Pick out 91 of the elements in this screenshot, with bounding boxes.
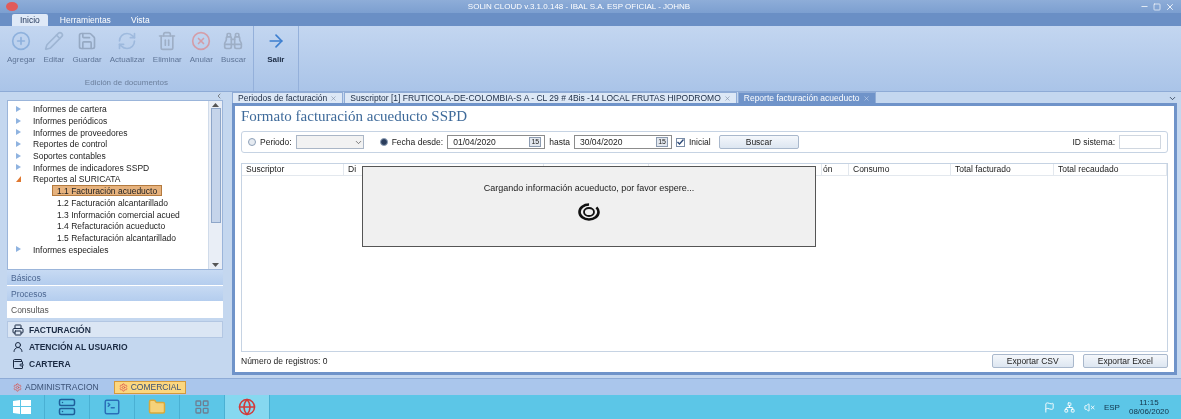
checkbox-label: Inicial xyxy=(689,137,711,147)
gear-icon xyxy=(13,382,22,392)
tree-item[interactable]: Informes de cartera xyxy=(28,103,112,115)
close-icon xyxy=(191,31,212,51)
column-header[interactable]: Di xyxy=(348,164,357,174)
globe-icon xyxy=(238,398,256,416)
collapsed-arrow-icon[interactable] xyxy=(16,164,21,171)
field-label: Fecha desde: xyxy=(391,137,444,147)
tree-item[interactable]: 1.4 Refacturación acueducto xyxy=(52,220,171,232)
collapsed-arrow-icon[interactable] xyxy=(16,129,21,136)
module-item[interactable]: ATENCIÓN AL USUARIO xyxy=(7,338,223,355)
scrollbar[interactable] xyxy=(208,101,222,269)
tree-item[interactable]: 1.3 Información comercial acued xyxy=(52,208,185,220)
collapsed-arrow-icon[interactable] xyxy=(16,117,21,124)
export-button[interactable]: Exportar Excel xyxy=(1082,354,1168,368)
folder-icon xyxy=(148,398,166,416)
spinner-icon xyxy=(578,203,600,221)
printer-icon xyxy=(12,323,24,336)
tree-item[interactable]: Informes periódicos xyxy=(28,115,113,127)
clock-date[interactable]: 08/06/2020 xyxy=(1128,407,1169,416)
muted-speaker-icon[interactable] xyxy=(1083,401,1095,413)
ribbon-tab[interactable]: Inicio xyxy=(12,14,48,26)
tree-item[interactable]: Informes de proveedores xyxy=(28,126,133,138)
system-id-field[interactable] xyxy=(1119,135,1161,149)
search-button[interactable]: Buscar xyxy=(718,135,800,149)
group-label: Edición de documentos xyxy=(83,77,169,89)
module-item[interactable]: FACTURACIÓN xyxy=(7,321,223,338)
category-item[interactable]: Básicos xyxy=(7,270,223,286)
expanded-arrow-icon[interactable] xyxy=(16,175,21,182)
collapsed-arrow-icon[interactable] xyxy=(16,246,21,253)
pencil-icon xyxy=(43,31,64,51)
module-tab[interactable]: ADMINISTRACION xyxy=(8,380,104,394)
taskbar-button[interactable] xyxy=(225,395,270,419)
radio-button[interactable] xyxy=(379,138,388,146)
tree-item[interactable]: Soportes contables xyxy=(28,150,111,162)
loading-message: Cargando información acueducto, por favor espere... xyxy=(483,183,695,193)
collapse-icon[interactable] xyxy=(215,92,223,100)
save-icon xyxy=(77,31,98,51)
trash-icon xyxy=(157,31,178,51)
radio-button[interactable] xyxy=(248,138,256,146)
windows-icon xyxy=(13,400,31,414)
close-icon[interactable] xyxy=(723,94,731,102)
export-button[interactable]: Exportar CSV xyxy=(991,354,1074,368)
close-icon[interactable] xyxy=(1165,1,1175,12)
column-header[interactable]: Consumo xyxy=(853,164,890,174)
field-label: ID sistema: xyxy=(1072,137,1115,147)
tree-item[interactable]: 1.1 Facturación acueducto xyxy=(52,185,163,197)
category-item[interactable]: Procesos xyxy=(7,286,223,302)
language-indicator[interactable]: ESP xyxy=(1103,402,1120,412)
column-header[interactable]: Total facturado xyxy=(955,164,1011,174)
maximize-icon[interactable] xyxy=(1153,2,1161,11)
tree-item[interactable]: 1.5 Refacturación alcantarillado xyxy=(52,231,182,243)
clock-time[interactable]: 11:15 xyxy=(1139,398,1159,407)
terminal-icon xyxy=(103,398,121,416)
module-tab[interactable]: COMERCIAL xyxy=(113,380,187,394)
add-icon xyxy=(11,31,32,51)
report-title: Formato facturación acueducto SSPD xyxy=(241,108,469,126)
column-header[interactable]: Suscriptor xyxy=(246,164,285,174)
tree-item[interactable]: Informes de indicadores SSPD xyxy=(28,161,155,173)
tree-item[interactable]: Reportes al SURICATA xyxy=(28,173,126,185)
grid-icon xyxy=(194,399,210,415)
scroll-down-icon[interactable] xyxy=(212,263,219,267)
close-icon[interactable] xyxy=(330,94,338,102)
user-icon xyxy=(12,340,24,353)
ribbon-button[interactable]: Salir xyxy=(257,28,294,91)
refresh-icon xyxy=(117,31,138,51)
app-logo-icon xyxy=(6,2,18,11)
period-dropdown[interactable] xyxy=(295,135,364,149)
wallet-icon xyxy=(12,357,24,370)
column-header[interactable]: ón xyxy=(823,164,833,174)
checkbox[interactable] xyxy=(676,137,685,147)
collapsed-arrow-icon[interactable] xyxy=(16,105,21,112)
close-icon[interactable] xyxy=(862,94,870,102)
record-count: Número de registros: 0 xyxy=(241,356,328,366)
category-item[interactable]: Consultas xyxy=(7,302,223,318)
module-item[interactable]: CARTERA xyxy=(7,355,223,372)
tree-item[interactable]: Informes especiales xyxy=(28,243,114,255)
gear-icon xyxy=(118,382,128,392)
flag-icon[interactable] xyxy=(1043,401,1055,413)
column-header[interactable]: Total recaudado xyxy=(1058,164,1119,174)
field-label: Periodo: xyxy=(260,137,292,147)
server-icon xyxy=(58,398,76,416)
tree-item[interactable]: Reportes de control xyxy=(28,138,113,150)
binoculars-icon xyxy=(223,31,244,51)
collapsed-arrow-icon[interactable] xyxy=(16,140,21,147)
window-title: SOLIN CLOUD v.3.1.0.148 - IBAL S.A. ESP OFICIAL - JOHNB xyxy=(466,2,692,11)
field-label: hasta xyxy=(549,137,570,147)
dropdown-icon[interactable] xyxy=(1168,94,1177,103)
collapsed-arrow-icon[interactable] xyxy=(16,152,21,159)
network-icon[interactable] xyxy=(1063,401,1075,413)
tree-item[interactable]: 1.2 Facturación alcantarillado xyxy=(52,196,174,208)
